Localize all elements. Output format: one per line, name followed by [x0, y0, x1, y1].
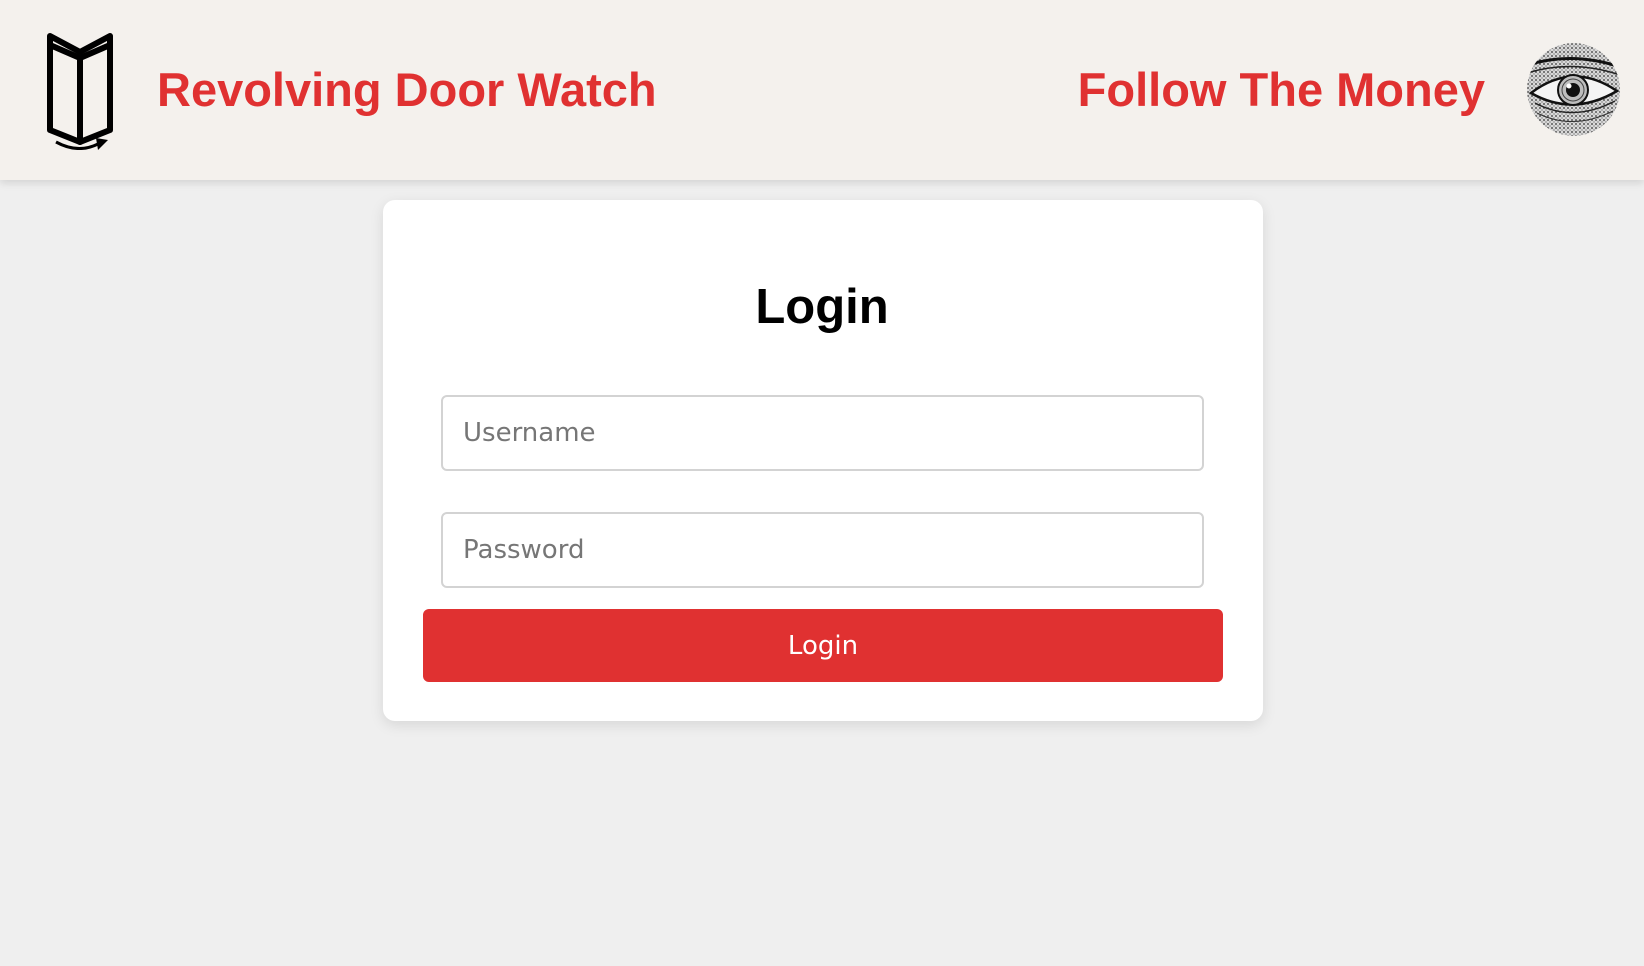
login-title: Login	[755, 280, 889, 334]
username-input[interactable]	[441, 395, 1204, 471]
password-input[interactable]	[441, 512, 1204, 588]
brand-title: Revolving Door Watch	[157, 63, 657, 116]
follow-the-money-link[interactable]: Follow The Money	[1078, 60, 1485, 120]
eye-icon[interactable]	[1527, 43, 1620, 136]
site-header: Revolving Door Watch Follow The Money	[0, 0, 1644, 180]
revolving-door-icon[interactable]	[40, 30, 120, 150]
login-button[interactable]: Login	[423, 609, 1223, 682]
